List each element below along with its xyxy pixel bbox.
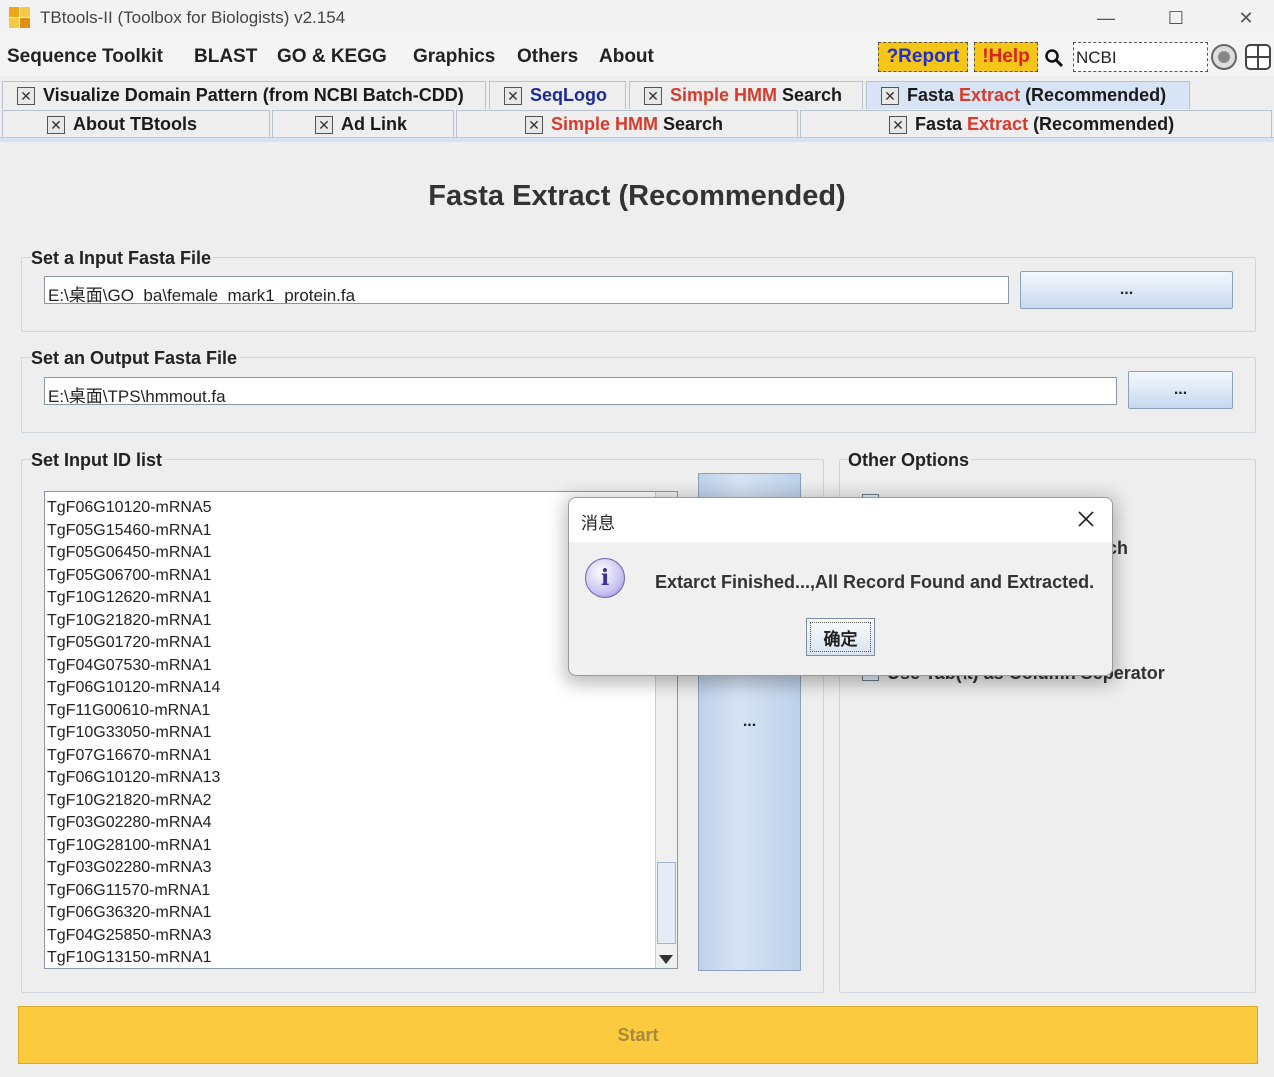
- list-item: TgF06G11570-mRNA1: [47, 881, 211, 899]
- menu-graphics[interactable]: Graphics: [413, 46, 495, 68]
- list-item: TgF06G10120-mRNA13: [47, 769, 221, 786]
- tab-label-part: (Recommended): [1020, 85, 1167, 105]
- tab-label-part: Extract: [959, 85, 1021, 105]
- tab-label-part: Simple HMM: [670, 85, 778, 105]
- dialog-title-bar: 消息: [569, 498, 1112, 542]
- message-dialog: 消息 i Extarct Finished...,All Record Foun…: [568, 497, 1113, 676]
- scrollbar-thumb[interactable]: [657, 862, 676, 944]
- dialog-title: 消息: [581, 514, 615, 534]
- record-icon[interactable]: [1211, 44, 1237, 70]
- tab-label-part: (Recommended): [1028, 114, 1175, 134]
- search-icon[interactable]: [1044, 48, 1064, 68]
- tab-label-part: Search: [658, 114, 724, 134]
- scroll-down-arrow-icon[interactable]: [659, 955, 673, 964]
- list-item: TgF07G16670-mRNA1: [47, 746, 212, 764]
- list-item: TgF10G13150-mRNA1: [47, 949, 212, 966]
- menu-others[interactable]: Others: [517, 46, 578, 68]
- minimize-button[interactable]: —: [1083, 4, 1129, 32]
- list-item: TgF10G28100-mRNA1: [47, 836, 212, 854]
- menu-about[interactable]: About: [599, 46, 654, 68]
- close-tab-icon[interactable]: ✕: [315, 115, 333, 134]
- input-browse-button[interactable]: ...: [1020, 271, 1233, 309]
- ok-button[interactable]: 确定: [806, 618, 875, 656]
- output-fasta-label: Set an Output Fasta File: [31, 348, 240, 369]
- list-item: TgF03G02280-mRNA3: [47, 859, 212, 876]
- other-options-label: Other Options: [848, 450, 971, 471]
- dialog-close-icon[interactable]: [1074, 507, 1098, 531]
- dialog-message: Extarct Finished...,All Record Found and…: [655, 572, 1095, 592]
- tab-simple-hmm-search-2[interactable]: ✕ Simple HMM Search: [456, 110, 798, 138]
- page-title: Fasta Extract (Recommended): [428, 180, 846, 212]
- close-tab-icon[interactable]: ✕: [644, 86, 662, 105]
- output-browse-button[interactable]: ...: [1128, 371, 1233, 409]
- list-item: TgF04G25850-mRNA3: [47, 926, 212, 944]
- tab-label-part: About TBtools: [73, 114, 197, 134]
- output-fasta-field[interactable]: E:\桌面\TPS\hmmout.fa: [44, 377, 1117, 405]
- report-button[interactable]: ?Report: [878, 42, 968, 72]
- tab-simple-hmm-search[interactable]: ✕ Simple HMM Search: [629, 81, 863, 109]
- list-item: TgF03G02280-mRNA4: [47, 814, 212, 831]
- help-button[interactable]: !Help: [974, 42, 1038, 72]
- tab-label-part: Fasta: [915, 114, 968, 134]
- start-button[interactable]: Start: [18, 1006, 1258, 1064]
- tab-label-part: Visualize Domain Pattern (from NCBI Batc…: [43, 85, 464, 105]
- menu-sequence-toolkit[interactable]: Sequence Toolkit: [7, 46, 163, 68]
- tab-seqlogo[interactable]: ✕ SeqLogo: [489, 81, 626, 109]
- menu-blast[interactable]: BLAST: [194, 46, 257, 68]
- tab-strip-border: [0, 137, 1274, 142]
- input-fasta-field[interactable]: E:\桌面\GO_ba\female_mark1_protein.fa: [44, 276, 1009, 304]
- ok-button-label: 确定: [823, 629, 858, 650]
- list-item: TgF11G00610-mRNA1: [47, 701, 211, 719]
- list-item: TgF10G21820-mRNA2: [47, 791, 212, 809]
- tab-label-part: Extract: [967, 114, 1029, 134]
- info-icon: i: [585, 558, 625, 598]
- tab-label-part: Ad Link: [341, 114, 407, 134]
- close-tab-icon[interactable]: ✕: [525, 115, 543, 134]
- tab-about-tbtools[interactable]: ✕ About TBtools: [2, 110, 270, 138]
- tab-label-part: Simple HMM: [551, 114, 659, 134]
- maximize-button[interactable]: ☐: [1153, 4, 1199, 32]
- title-bar: TBtools-II (Toolbox for Biologists) v2.1…: [0, 0, 1274, 38]
- close-tab-icon[interactable]: ✕: [881, 86, 899, 105]
- close-button[interactable]: ✕: [1223, 4, 1269, 32]
- search-input[interactable]: NCBI: [1073, 42, 1208, 72]
- close-tab-icon[interactable]: ✕: [17, 86, 35, 105]
- tbtools-logo-icon: [9, 7, 31, 29]
- input-fasta-label: Set a Input Fasta File: [31, 248, 214, 269]
- window-title: TBtools-II (Toolbox for Biologists) v2.1…: [40, 8, 346, 27]
- tab-fasta-extract[interactable]: ✕ Fasta Extract (Recommended): [866, 81, 1190, 109]
- close-tab-icon[interactable]: ✕: [889, 115, 907, 134]
- layout-grid-icon[interactable]: [1245, 44, 1271, 70]
- menu-go-kegg[interactable]: GO & KEGG: [277, 46, 387, 68]
- tab-visualize-domain-pattern[interactable]: ✕ Visualize Domain Pattern (from NCBI Bat…: [2, 81, 486, 109]
- tab-label-part: SeqLogo: [530, 85, 607, 105]
- tab-label-part: Search: [777, 85, 843, 105]
- close-tab-icon[interactable]: ✕: [47, 115, 65, 134]
- tab-label-part: Fasta: [907, 85, 960, 105]
- list-item: TgF06G36320-mRNA1: [47, 904, 212, 921]
- close-tab-icon[interactable]: ✕: [504, 86, 522, 105]
- list-item: TgF10G33050-mRNA1: [47, 724, 212, 741]
- tab-ad-link[interactable]: ✕ Ad Link: [272, 110, 454, 138]
- id-list-label: Set Input ID list: [31, 450, 165, 471]
- tab-fasta-extract-2[interactable]: ✕ Fasta Extract (Recommended): [800, 110, 1272, 138]
